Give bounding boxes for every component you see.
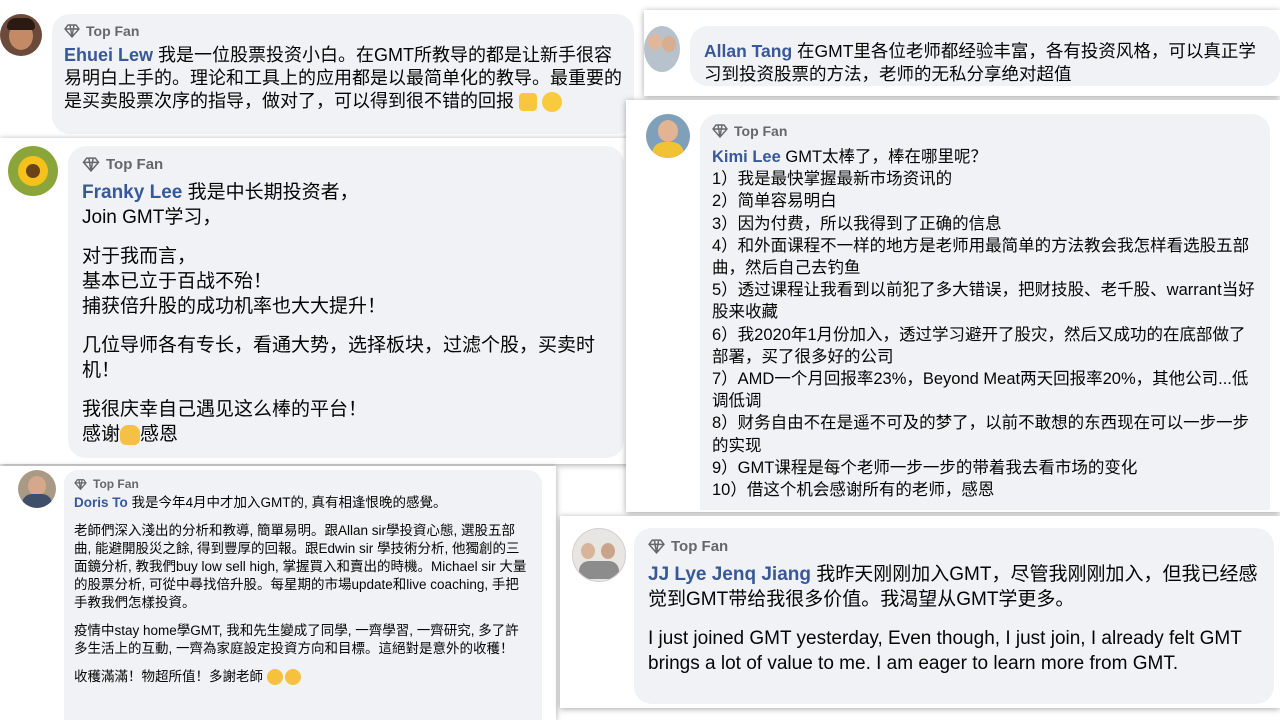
list-item: 2）简单容易明白 <box>712 192 837 211</box>
comment-text: Ehuei Lew 我是一位股票投资小白。在GMT所教导的都是让新手很容易明白上… <box>64 44 622 113</box>
comment-line: 我是中长期投资者， <box>187 182 359 203</box>
top-fan-badge: Top Fan <box>712 122 1258 140</box>
diamond-icon <box>712 124 728 138</box>
comment-line: 我是今年4月中才加入GMT的, 真有相逢恨晚的感覺。 <box>131 495 447 510</box>
comment-card-jj: Top Fan JJ Lye Jenq Jiang 我昨天刚刚加入GMT，尽管我… <box>560 516 1280 708</box>
praying-hands-emoji <box>120 424 141 445</box>
list-item: 1）我是最快掌握最新市场资讯的 <box>712 170 953 189</box>
comment-card-doris: Top Fan Doris To 我是今年4月中才加入GMT的, 真有相逢恨晚的… <box>0 466 556 720</box>
comment-line: Join GMT学习， <box>82 207 222 228</box>
comment-paragraph: 我很庆幸自己遇见这么棒的平台！ <box>82 399 368 420</box>
comment-text: JJ Lye Jenq Jiang 我昨天刚刚加入GMT，尽管我刚刚加入，但我已… <box>648 562 1260 676</box>
comment-paragraph: I just joined GMT yesterday, Even though… <box>648 628 1242 674</box>
badge-label: Top Fan <box>106 155 164 173</box>
comment-text: Doris To 我是今年4月中才加入GMT的, 真有相逢恨晚的感覺。 老師們深… <box>74 494 532 686</box>
kissing-face-emoji <box>284 669 301 686</box>
commenter-name[interactable]: Kimi Lee <box>712 148 781 166</box>
top-fan-badge: Top Fan <box>648 536 1260 556</box>
comment-paragraph: 收穫滿滿！物超所值！多謝老師 <box>74 668 532 686</box>
commenter-name[interactable]: Doris To <box>74 495 128 510</box>
list-item: 5）透过课程让我看到以前犯了多大错误，把财技股、老千股、warrant当好股来收… <box>712 281 1255 322</box>
comment-bubble: Allan Tang 在GMT里各位老师都经验丰富，各有投资风格，可以真正学习到… <box>690 26 1280 86</box>
list-item: 7）AMD一个月回报率23%，Beyond Meat两天回报率20%，其他公司.… <box>712 370 1249 411</box>
commenter-name[interactable]: Allan Tang <box>704 41 792 61</box>
avatar[interactable] <box>646 114 690 158</box>
list-item: 6）我2020年1月份加入，透过学习避开了股灾，然后又成功的在底部做了部署，买了… <box>712 325 1246 366</box>
commenter-name[interactable]: JJ Lye Jenq Jiang <box>648 564 811 585</box>
comment-paragraph: 对于我而言， 基本已立于百战不殆！ 捕获倍升股的成功机率也大大提升！ <box>82 246 387 317</box>
comment-card-allan: Allan Tang 在GMT里各位老师都经验丰富，各有投资风格，可以真正学习到… <box>644 10 1280 96</box>
comment-bubble: Top Fan Doris To 我是今年4月中才加入GMT的, 真有相逢恨晚的… <box>64 470 542 720</box>
comment-paragraph: 几位导师各有专长，看通大势，选择板块，过滤个股，买卖时机！ <box>82 335 596 381</box>
comment-paragraph: 感谢 感恩 <box>82 422 610 447</box>
top-fan-badge: Top Fan <box>74 476 532 492</box>
badge-label: Top Fan <box>734 123 788 139</box>
avatar[interactable] <box>18 470 56 508</box>
diamond-icon <box>74 478 87 490</box>
diamond-icon <box>648 538 665 554</box>
comment-text-part: 收穫滿滿！物超所值！多謝老師 <box>74 669 263 684</box>
comment-paragraph: 疫情中stay home學GMT, 我和先生變成了同學, 一齊學習, 一齊研究,… <box>74 623 519 656</box>
grinning-emoji <box>542 92 563 113</box>
badge-label: Top Fan <box>86 23 140 39</box>
list-item: 10）借这个机会感谢所有的老师，感恩 <box>712 481 995 500</box>
list-item: 3）因为付费，所以我得到了正确的信息 <box>712 214 1002 233</box>
commenter-name[interactable]: Ehuei Lew <box>64 45 153 65</box>
avatar[interactable] <box>644 26 680 72</box>
comment-text-part: 感谢 <box>82 424 121 445</box>
comment-card-ehuei: Top Fan Ehuei Lew 我是一位股票投资小白。在GMT所教导的都是让… <box>0 0 642 140</box>
list-item: 8）财务自由不在是遥不可及的梦了，以前不敢想的东西现在可以一步一步的实现 <box>712 414 1250 455</box>
comment-text: Kimi Lee GMT太棒了，棒在哪里呢？ 1）我是最快掌握最新市场资讯的 2… <box>712 146 1258 501</box>
kissing-face-emoji <box>266 669 283 686</box>
comment-text: Allan Tang 在GMT里各位老师都经验丰富，各有投资风格，可以真正学习到… <box>704 40 1266 86</box>
commenter-name[interactable]: Franky Lee <box>82 182 182 203</box>
comment-text: Franky Lee 我是中长期投资者， Join GMT学习， 对于我而言， … <box>82 180 610 447</box>
diamond-icon <box>64 24 80 38</box>
thumbs-up-emoji <box>519 93 538 112</box>
comment-bubble: Top Fan JJ Lye Jenq Jiang 我昨天刚刚加入GMT，尽管我… <box>634 528 1274 704</box>
avatar[interactable] <box>572 528 626 582</box>
comment-text-part: 感恩 <box>140 424 179 445</box>
comment-bubble: Top Fan Kimi Lee GMT太棒了，棒在哪里呢？ 1）我是最快掌握最… <box>700 114 1270 510</box>
list-item: 9）GMT课程是每个老师一步一步的带着我去看市场的变化 <box>712 458 1138 477</box>
diamond-icon <box>82 156 100 172</box>
top-fan-badge: Top Fan <box>64 22 622 40</box>
comment-line: GMT太棒了，棒在哪里呢？ <box>785 148 988 166</box>
comment-bubble: Top Fan Ehuei Lew 我是一位股票投资小白。在GMT所教导的都是让… <box>52 14 634 134</box>
comment-bubble: Top Fan Franky Lee 我是中长期投资者， Join GMT学习，… <box>68 146 624 458</box>
badge-label: Top Fan <box>671 537 729 555</box>
comment-card-kimi: Top Fan Kimi Lee GMT太棒了，棒在哪里呢？ 1）我是最快掌握最… <box>626 100 1280 512</box>
top-fan-badge: Top Fan <box>82 154 610 174</box>
comment-paragraph: 老師們深入淺出的分析和教導, 簡單易明。跟Allan sir學投資心態, 選股五… <box>74 523 527 610</box>
badge-label: Top Fan <box>93 477 139 491</box>
list-item: 4）和外面课程不一样的地方是老师用最简单的方法教会我怎样看选股五部曲，然后自己去… <box>712 236 1250 278</box>
avatar[interactable] <box>0 14 42 56</box>
avatar[interactable] <box>8 146 58 196</box>
comment-card-franky: Top Fan Franky Lee 我是中长期投资者， Join GMT学习，… <box>0 138 632 464</box>
